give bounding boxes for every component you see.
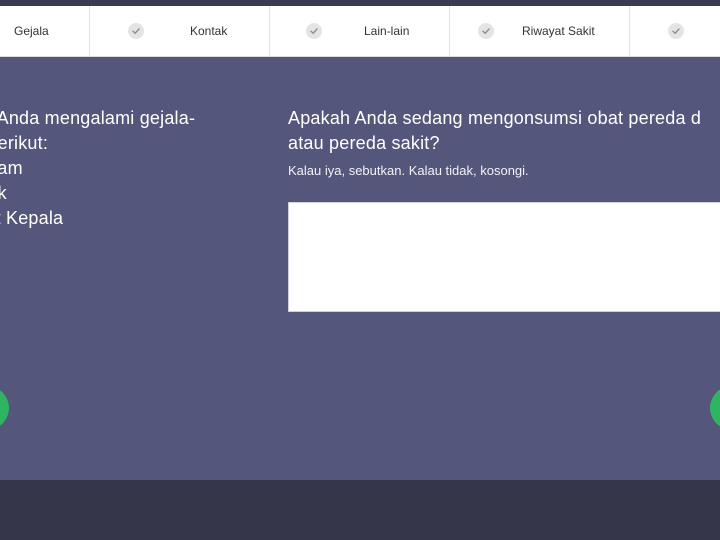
tab-next[interactable]	[630, 6, 720, 56]
progress-tabs: Gejala Kontak Lain-lain Riwayat Sakit	[0, 6, 720, 57]
symptom-item: akit Kepala	[0, 208, 64, 228]
tab-label: Riwayat Sakit	[522, 24, 595, 38]
question-text: Apakah Anda sedang mengonsumsi obat pere…	[288, 108, 702, 153]
symptom-list: emam atuk akit Kepala	[0, 156, 242, 231]
tab-kontak[interactable]: Kontak	[90, 6, 270, 56]
current-question: Apakah Anda sedang mengonsumsi obat pere…	[288, 106, 720, 180]
previous-question-text: ah Anda mengalami gejala- a berikut:	[0, 108, 196, 153]
symptom-item: emam	[0, 158, 23, 178]
tab-label: Kontak	[190, 24, 228, 38]
footer-bar	[0, 480, 720, 540]
check-icon	[306, 23, 322, 39]
check-icon	[128, 23, 144, 39]
tab-riwayat-sakit[interactable]: Riwayat Sakit	[450, 6, 630, 56]
previous-question: ah Anda mengalami gejala- a berikut: ema…	[0, 106, 242, 231]
tab-gejala[interactable]: Gejala	[0, 6, 90, 56]
tab-label: Lain-lain	[364, 24, 410, 38]
tab-lain-lain[interactable]: Lain-lain	[270, 6, 450, 56]
question-hint: Kalau iya, sebutkan. Kalau tidak, kosong…	[288, 163, 529, 178]
tab-label: Gejala	[14, 24, 49, 38]
answer-textarea[interactable]	[288, 202, 720, 312]
check-icon	[478, 23, 494, 39]
symptom-item: atuk	[0, 183, 7, 203]
check-icon	[668, 23, 684, 39]
